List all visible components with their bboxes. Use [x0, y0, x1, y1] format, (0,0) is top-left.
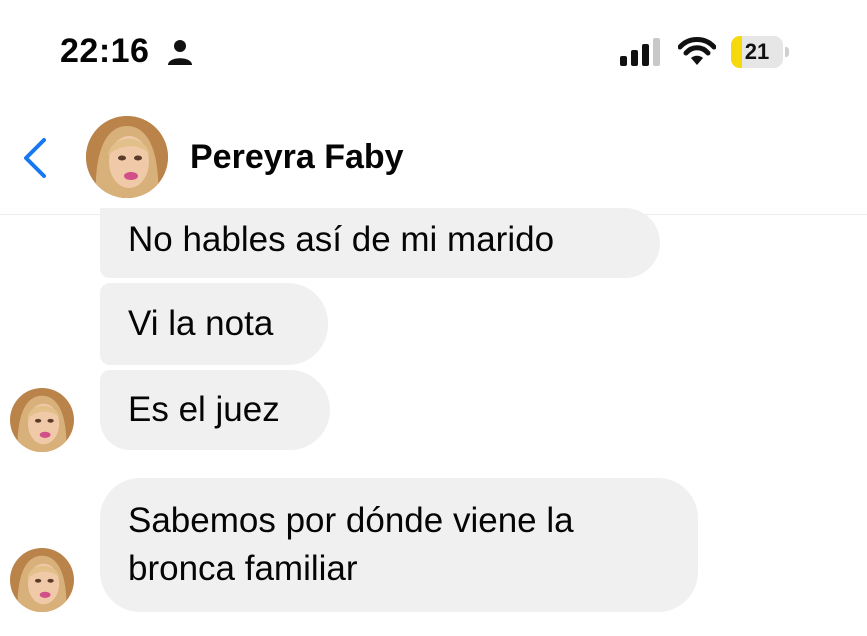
status-time: 22:16: [60, 32, 150, 70]
battery-body: 21: [731, 36, 783, 68]
message-bubble[interactable]: No hables así de mi marido: [100, 208, 660, 278]
battery-icon: 21: [731, 36, 789, 68]
message-text: Sabemos por dónde viene la bronca famili…: [128, 501, 574, 588]
sender-avatar[interactable]: [10, 548, 74, 612]
person-icon: [168, 40, 192, 65]
contact-avatar[interactable]: [86, 116, 168, 198]
avatar-image: [86, 116, 168, 198]
message-bubble[interactable]: Es el juez: [100, 370, 330, 450]
message-bubble[interactable]: Vi la nota: [100, 283, 328, 365]
message-text: Es el juez: [128, 390, 280, 429]
wifi-icon: [678, 37, 716, 65]
message-text: Vi la nota: [128, 304, 274, 343]
status-bar: 22:16 21: [0, 0, 867, 100]
battery-level: 21: [744, 39, 770, 64]
sender-avatar[interactable]: [10, 388, 74, 452]
avatar-image: [10, 388, 74, 452]
chat-header: Pereyra Faby: [0, 100, 867, 215]
battery-cap: [785, 47, 789, 57]
message-bubble[interactable]: Sabemos por dónde viene la bronca famili…: [100, 478, 698, 612]
signal-icon: [620, 38, 660, 66]
contact-name[interactable]: Pereyra Faby: [190, 138, 404, 177]
chevron-left-icon[interactable]: [20, 136, 50, 180]
message-text: No hables así de mi marido: [128, 220, 555, 259]
avatar-image: [10, 548, 74, 612]
